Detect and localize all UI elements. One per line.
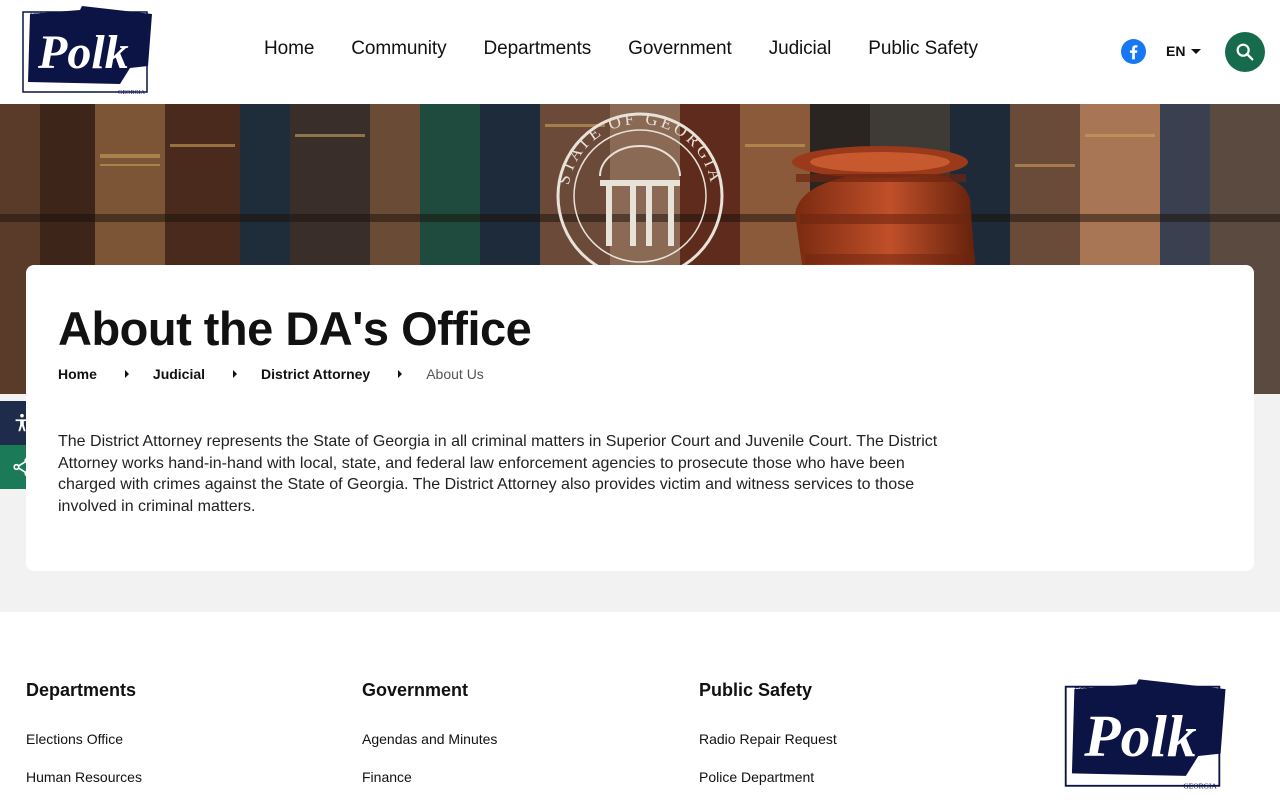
language-selector[interactable]: EN — [1166, 43, 1202, 59]
footer-link[interactable]: Human Resources — [26, 769, 142, 785]
footer-logo-est: EST. 1851 — [1074, 685, 1110, 695]
breadcrumb-home[interactable]: Home — [58, 366, 97, 382]
breadcrumb-district-attorney[interactable]: District Attorney — [261, 366, 370, 382]
logo-est: EST. 1851 — [30, 11, 60, 19]
nav-home[interactable]: Home — [264, 38, 314, 60]
breadcrumb-current: About Us — [426, 366, 484, 382]
footer-link[interactable]: Finance — [362, 769, 497, 785]
site-footer: Departments Elections Office Human Resou… — [0, 612, 1280, 800]
footer-column-public-safety: Public Safety Radio Repair Request Polic… — [699, 680, 837, 800]
footer-column-departments: Departments Elections Office Human Resou… — [26, 680, 142, 800]
breadcrumb-separator-icon — [124, 370, 129, 378]
search-button[interactable] — [1225, 32, 1265, 72]
content-card: About the DA's Office Home Judicial Dist… — [26, 265, 1254, 571]
footer-logo-state: GEORGIA — [1183, 781, 1217, 790]
logo-state: GEORGIA — [118, 90, 146, 96]
page-body-text: The District Attorney represents the Sta… — [58, 433, 938, 515]
nav-government[interactable]: Government — [628, 38, 732, 60]
breadcrumb-separator-icon — [233, 370, 238, 378]
main-nav: Home Community Departments Government Ju… — [264, 38, 978, 60]
footer-link[interactable]: Police Department — [699, 769, 837, 785]
page-title: About the DA's Office — [58, 302, 532, 355]
breadcrumb: Home Judicial District Attorney About Us — [58, 366, 484, 382]
nav-departments[interactable]: Departments — [483, 38, 591, 60]
nav-public-safety[interactable]: Public Safety — [868, 38, 978, 60]
footer-link[interactable]: Agendas and Minutes — [362, 731, 497, 747]
breadcrumb-judicial[interactable]: Judicial — [153, 366, 205, 382]
search-icon — [1236, 43, 1254, 61]
footer-heading: Departments — [26, 680, 137, 700]
chevron-down-icon — [1191, 49, 1202, 54]
nav-judicial[interactable]: Judicial — [769, 38, 832, 60]
language-label: EN — [1166, 43, 1186, 59]
logo-name: Polk — [37, 26, 129, 79]
breadcrumb-separator-icon — [398, 370, 403, 378]
footer-heading: Government — [362, 680, 469, 700]
facebook-icon[interactable] — [1121, 39, 1146, 64]
footer-link[interactable]: Elections Office — [26, 731, 142, 747]
footer-column-government: Government Agendas and Minutes Finance — [362, 680, 497, 800]
footer-heading: Public Safety — [699, 680, 813, 700]
site-logo[interactable]: EST. 1851 Polk GEORGIA — [20, 6, 154, 96]
site-header: EST. 1851 Polk GEORGIA Home Community De… — [0, 0, 1280, 104]
footer-link[interactable]: Radio Repair Request — [699, 731, 837, 747]
footer-logo: EST. 1851 Polk GEORGIA — [1062, 679, 1228, 791]
footer-logo-name: Polk — [1083, 703, 1197, 769]
nav-community[interactable]: Community — [351, 38, 446, 60]
